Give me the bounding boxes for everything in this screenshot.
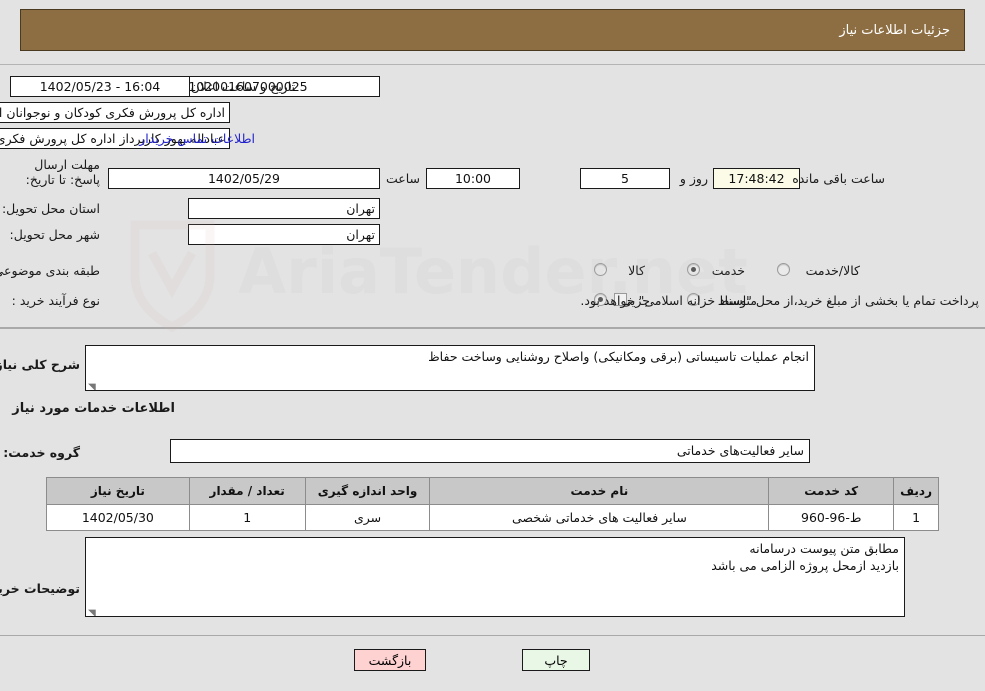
field-deadline-time[interactable]: 10:00 bbox=[426, 168, 520, 189]
label-general-desc: شرح کلی نیاز: bbox=[0, 357, 80, 372]
field-service-group[interactable]: سایر فعالیت‌های خدماتی bbox=[170, 439, 810, 463]
label-service-group: گروه خدمت: bbox=[3, 445, 80, 460]
services-table: ردیف کد خدمت نام خدمت واحد اندازه گیری تعداد… bbox=[46, 477, 939, 531]
cell-row: 1 bbox=[893, 504, 939, 531]
table-col-0: ردیف bbox=[893, 477, 939, 505]
table-row: 1 ط-96-960 سایر فعالیت های خدماتی شخصی سری 1… bbox=[46, 504, 939, 531]
service-group-text: سایر فعالیت‌های خدماتی bbox=[676, 443, 804, 458]
services-heading: اطلاعات خدمات مورد نیاز bbox=[12, 401, 175, 416]
table-col-3: واحد اندازه گیری bbox=[304, 477, 431, 505]
table-col-5: تاریخ نیاز bbox=[46, 477, 190, 505]
cell-need-date: 1402/05/30 bbox=[46, 504, 190, 531]
label-treasury: پرداخت تمام یا بخشی از مبلغ خرید،از محل … bbox=[580, 293, 979, 308]
field-public-announce[interactable]: 16:04 - 1402/05/23 bbox=[10, 76, 190, 97]
field-city[interactable]: تهران bbox=[188, 224, 380, 245]
textarea-general-desc[interactable]: انجام عملیات تاسیساتی (برقی ومکانیکی) وا… bbox=[85, 345, 815, 391]
textarea-buyer-notes[interactable]: مطابق متن پیوست درسامانه بازدید ازمحل پر… bbox=[85, 537, 905, 617]
table-body: 1 ط-96-960 سایر فعالیت های خدماتی شخصی سری 1… bbox=[46, 504, 939, 531]
field-countdown: 17:48:42 bbox=[713, 168, 800, 189]
table-header-row: ردیف کد خدمت نام خدمت واحد اندازه گیری تعداد… bbox=[46, 477, 939, 505]
radio-category-kala[interactable] bbox=[594, 263, 607, 276]
cell-service-name: سایر فعالیت های خدماتی شخصی bbox=[429, 504, 770, 531]
page-header: جزئیات اطلاعات نیاز bbox=[20, 9, 965, 51]
resize-grip-icon-notes[interactable]: ◤ bbox=[88, 605, 98, 616]
print-button[interactable]: چاپ bbox=[522, 649, 590, 671]
cell-quantity: 1 bbox=[188, 504, 306, 531]
resize-grip-icon[interactable]: ◤ bbox=[88, 379, 98, 390]
cell-service-code: ط-96-960 bbox=[768, 504, 895, 531]
label-deadline: مهلت ارسال پاسخ: تا تاریخ: bbox=[25, 157, 100, 187]
footer-actions: بازگشت چاپ bbox=[0, 636, 985, 691]
table-col-2: نام خدمت bbox=[429, 477, 770, 505]
table-col-4: تعداد / مقدار bbox=[188, 477, 306, 505]
label-city: شهر محل تحویل: bbox=[9, 227, 100, 242]
label-category-kala: کالا bbox=[628, 263, 645, 278]
radio-category-khedmat[interactable] bbox=[687, 263, 700, 276]
need-summary-panel: شماره نیاز: 1102001607000025 تاریخ و ساع… bbox=[0, 64, 985, 328]
service-details-panel: شرح کلی نیاز: انجام عملیات تاسیساتی (برق… bbox=[0, 328, 985, 636]
page-title: جزئیات اطلاعات نیاز bbox=[839, 22, 950, 38]
label-category: طبقه بندی موضوعی: bbox=[0, 263, 100, 278]
label-remaining: ساعت باقی مانده bbox=[792, 171, 885, 186]
label-category-khedmat: خدمت bbox=[711, 263, 745, 278]
label-days-and: روز و bbox=[679, 171, 708, 186]
page-root: جزئیات اطلاعات نیاز AriaTender.net شماره… bbox=[0, 0, 985, 691]
field-province[interactable]: تهران bbox=[188, 198, 380, 219]
label-province: استان محل تحویل: bbox=[1, 201, 100, 216]
radio-category-kala-khedmat[interactable] bbox=[777, 263, 790, 276]
field-days-remaining[interactable]: 5 bbox=[580, 168, 670, 189]
buyer-notes-text: مطابق متن پیوست درسامانه بازدید ازمحل پر… bbox=[711, 541, 899, 573]
label-hour: ساعت bbox=[385, 171, 420, 186]
field-buyer-org[interactable]: اداره کل پرورش فکری کودکان و نوجوانان اس… bbox=[0, 102, 230, 123]
back-button[interactable]: بازگشت bbox=[354, 649, 426, 671]
cell-unit: سری bbox=[304, 504, 431, 531]
label-process: نوع فرآیند خرید : bbox=[11, 293, 100, 308]
buyer-contact-link[interactable]: اطلاعات تماس خریدار bbox=[139, 131, 255, 146]
field-deadline-date[interactable]: 1402/05/29 bbox=[108, 168, 380, 189]
label-category-kala-khedmat: کالا/خدمت bbox=[805, 263, 860, 278]
table-col-1: کد خدمت bbox=[768, 477, 895, 505]
label-buyer-notes: توضیحات خریدار: bbox=[0, 581, 80, 596]
general-desc-text: انجام عملیات تاسیساتی (برقی ومکانیکی) وا… bbox=[428, 349, 809, 364]
